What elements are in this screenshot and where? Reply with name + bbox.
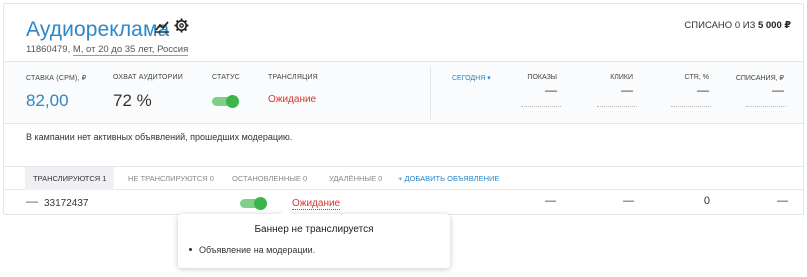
tab-not-broadcasting[interactable]: НЕ ТРАНСЛИРУЮТСЯ 0 [120,167,222,190]
ad-id[interactable]: 33172437 [44,198,89,209]
ad-impressions: — [545,195,556,207]
dotted-divider [671,106,711,107]
reach-value: 72 % [113,91,152,110]
campaign-title[interactable]: Аудиореклама [26,18,169,42]
spent-prefix: СПИСАНО 0 ИЗ [684,20,756,31]
dotted-divider [746,106,786,107]
tab-stopped[interactable]: ОСТАНОВЛЕННЫЕ 0 [224,167,315,190]
ad-broadcast-status[interactable]: Ожидание [292,198,341,210]
row-dash: — [26,194,38,208]
broadcast-status: Ожидание [268,94,317,105]
spend-label: СПИСАНИЯ, ₽ [735,75,784,82]
campaign-subinfo: 11860479, М, от 20 до 35 лет, Россия [26,44,189,56]
reach-label: ОХВАТ АУДИТОРИИ [113,74,183,81]
moderation-tooltip: Баннер не транслируется Объявление на мо… [178,208,450,268]
status-label: СТАТУС [212,74,240,81]
dotted-divider [521,106,561,107]
ad-tabs: ТРАНСЛИРУЮТСЯ 1 НЕ ТРАНСЛИРУЮТСЯ 0 ОСТАН… [4,166,803,190]
ctr-value: — [697,83,709,97]
spend-value: — [772,83,784,97]
clicks-value: — [621,83,633,97]
bid-label[interactable]: СТАВКА (CPM), ₽ [26,74,86,82]
tooltip-item-text: Объявление на модерации. [199,245,316,255]
targeting-link[interactable]: М, от 20 до 35 лет, Россия [72,44,189,56]
ad-status-toggle[interactable] [240,197,267,210]
impressions-label: ПОКАЗЫ [527,74,557,81]
tab-broadcasting[interactable]: ТРАНСЛИРУЮТСЯ 1 [25,167,115,190]
ad-clicks: — [623,195,634,207]
dotted-divider [597,106,637,107]
tooltip-title: Баннер не транслируется [254,224,374,235]
spent-total: 5 000 [757,20,782,31]
add-ad-button[interactable]: + ДОБАВИТЬ ОБЪЯВЛЕНИЕ [390,167,507,190]
tab-deleted[interactable]: УДАЛЁННЫЕ 0 [321,167,390,190]
impressions-value: — [545,83,557,97]
spent-summary: СПИСАНО 0 ИЗ 5 000 ₽ [684,20,791,31]
period-dropdown[interactable]: СЕГОДНЯ ▾ [452,74,491,82]
tooltip-item: Объявление на модерации. [189,245,316,255]
ad-spend: — [777,195,788,207]
campaign-card: Аудиореклама 11860479, М, от 20 до 35 ле… [3,3,804,215]
ctr-label: CTR, % [684,74,710,81]
campaign-id: 11860479, [26,44,71,55]
ad-ctr: 0 [703,195,710,207]
tooltip-arrow [280,208,292,214]
currency-symbol: ₽ [784,20,791,31]
gear-icon[interactable] [174,18,189,33]
divider [430,67,431,119]
no-active-ads-notice: В кампании нет активных объявлений, прош… [26,132,293,142]
status-toggle[interactable] [212,95,239,108]
chart-icon[interactable] [154,19,170,33]
bid-value[interactable]: 82,00 [26,91,69,111]
broadcast-label: ТРАНСЛЯЦИЯ [268,74,318,81]
bullet-icon [189,248,192,251]
clicks-label: КЛИКИ [610,74,633,81]
stats-band: СТАВКА (CPM), ₽ 82,00 ОХВАТ АУДИТОРИИ 72… [4,61,803,124]
